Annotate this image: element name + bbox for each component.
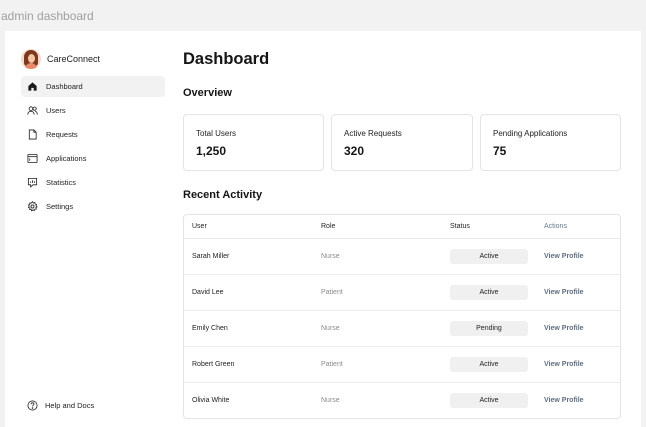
user-name: David Lee bbox=[192, 289, 224, 296]
page-title: Dashboard bbox=[183, 50, 270, 68]
table-row: David Lee Patient Active View Profile bbox=[184, 275, 620, 311]
stat-card-active-requests: Active Requests 320 bbox=[331, 114, 473, 171]
sidebar-item-label: Applications bbox=[46, 154, 87, 163]
header-status: Status bbox=[450, 223, 470, 230]
table-header: User Role Status Actions bbox=[184, 215, 620, 239]
sidebar-nav: Dashboard Users Requests Applications St… bbox=[21, 76, 165, 220]
status-badge: Active bbox=[450, 357, 528, 372]
sidebar-item-dashboard[interactable]: Dashboard bbox=[21, 76, 165, 97]
help-icon bbox=[27, 400, 38, 411]
header-user: User bbox=[192, 223, 207, 230]
app-panel: CareConnect Dashboard Users Requests App… bbox=[5, 31, 641, 427]
help-and-docs-link[interactable]: Help and Docs bbox=[27, 400, 94, 411]
status-badge: Pending bbox=[450, 321, 528, 336]
home-icon bbox=[28, 82, 37, 91]
view-profile-link[interactable]: View Profile bbox=[544, 253, 584, 260]
view-profile-link[interactable]: View Profile bbox=[544, 289, 584, 296]
status-badge: Active bbox=[450, 285, 528, 300]
sidebar-item-label: Users bbox=[46, 106, 66, 115]
table-row: Olivia White Nurse Active View Profile bbox=[184, 383, 620, 418]
help-label: Help and Docs bbox=[45, 401, 95, 410]
brand-name: CareConnect bbox=[47, 54, 101, 64]
stat-value: 75 bbox=[493, 144, 507, 158]
window-icon bbox=[27, 153, 38, 164]
sidebar-item-label: Dashboard bbox=[46, 82, 83, 91]
user-role: Nurse bbox=[321, 253, 340, 260]
avatar bbox=[21, 49, 41, 69]
brand: CareConnect bbox=[21, 48, 100, 70]
user-name: Emily Chen bbox=[192, 325, 228, 332]
sidebar-item-label: Requests bbox=[46, 130, 78, 139]
sidebar-item-applications[interactable]: Applications bbox=[21, 148, 165, 169]
stat-label: Pending Applications bbox=[493, 129, 568, 138]
view-profile-link[interactable]: View Profile bbox=[544, 397, 584, 404]
overview-title: Overview bbox=[183, 87, 232, 99]
table-row: Sarah Miller Nurse Active View Profile bbox=[184, 239, 620, 275]
document-icon bbox=[28, 129, 37, 140]
user-role: Nurse bbox=[321, 325, 340, 332]
stat-value: 320 bbox=[344, 144, 365, 158]
status-badge: Active bbox=[450, 249, 528, 264]
users-icon bbox=[27, 106, 38, 115]
sidebar-item-statistics[interactable]: Statistics bbox=[21, 172, 165, 193]
sidebar-item-label: Statistics bbox=[46, 178, 77, 187]
header-actions: Actions bbox=[544, 223, 567, 230]
sidebar-item-label: Settings bbox=[46, 202, 74, 211]
gear-icon bbox=[27, 201, 38, 212]
user-name: Sarah Miller bbox=[192, 253, 230, 260]
sidebar-item-settings[interactable]: Settings bbox=[21, 196, 165, 217]
view-profile-link[interactable]: View Profile bbox=[544, 325, 584, 332]
window-title: admin dashboard bbox=[1, 9, 94, 23]
view-profile-link[interactable]: View Profile bbox=[544, 361, 584, 368]
sidebar: CareConnect Dashboard Users Requests App… bbox=[5, 31, 170, 427]
user-name: Robert Green bbox=[192, 361, 235, 368]
recent-activity-title: Recent Activity bbox=[183, 189, 263, 201]
sidebar-item-users[interactable]: Users bbox=[21, 100, 165, 121]
user-name: Olivia White bbox=[192, 397, 230, 404]
stat-label: Total Users bbox=[196, 129, 237, 138]
user-role: Nurse bbox=[321, 397, 340, 404]
user-role: Patient bbox=[321, 289, 343, 296]
activity-table: User Role Status Actions Sarah Miller Nu… bbox=[183, 214, 621, 419]
stat-value: 1,250 bbox=[196, 144, 227, 158]
table-row: Robert Green Patient Active View Profile bbox=[184, 347, 620, 383]
stat-card-pending-applications: Pending Applications 75 bbox=[480, 114, 621, 171]
table-row: Emily Chen Nurse Pending View Profile bbox=[184, 311, 620, 347]
chart-icon bbox=[27, 177, 38, 188]
stat-card-total-users: Total Users 1,250 bbox=[183, 114, 324, 171]
sidebar-item-requests[interactable]: Requests bbox=[21, 124, 165, 145]
status-badge: Active bbox=[450, 393, 528, 408]
stat-label: Active Requests bbox=[344, 129, 402, 138]
header-role: Role bbox=[321, 223, 336, 230]
user-role: Patient bbox=[321, 361, 343, 368]
